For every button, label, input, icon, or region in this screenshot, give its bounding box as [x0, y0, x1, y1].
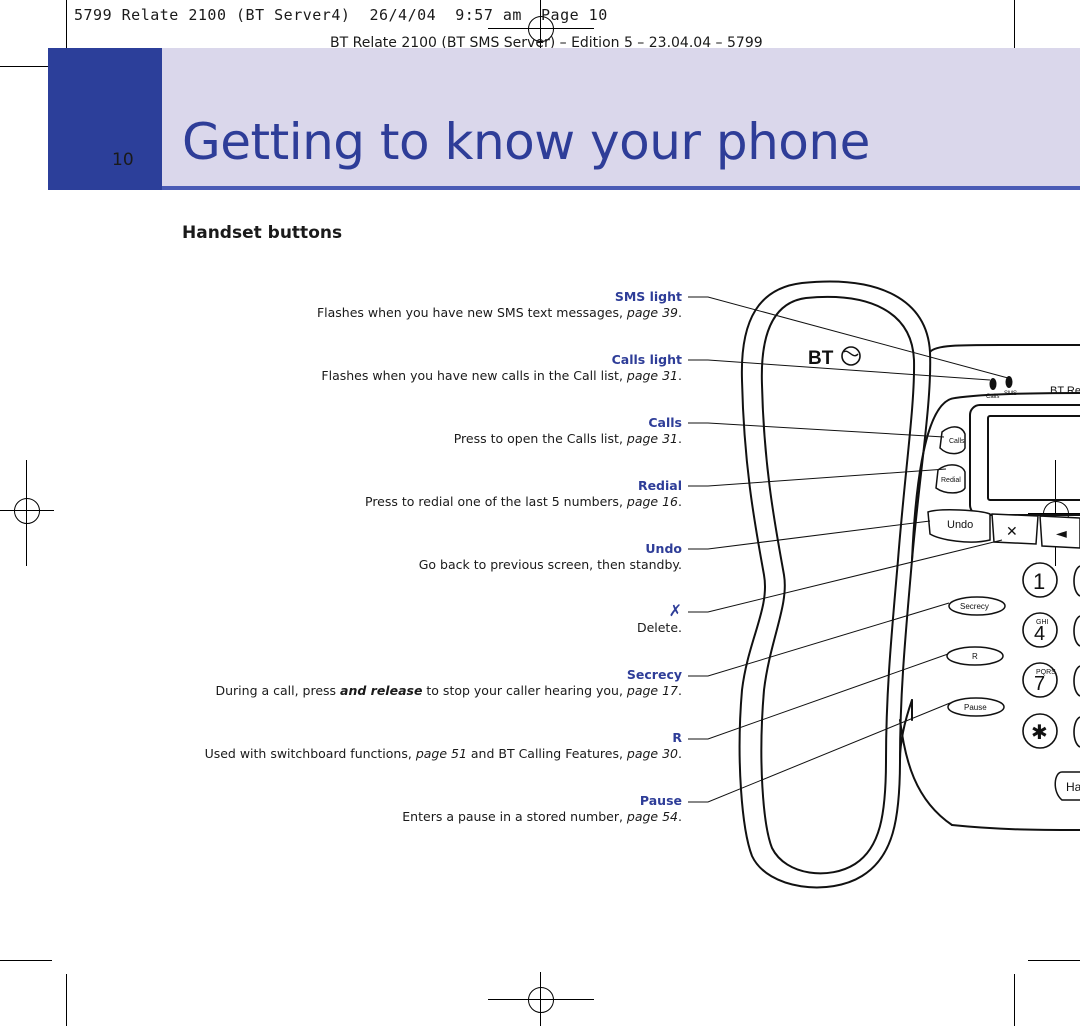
svg-text:Secrecy: Secrecy: [960, 602, 989, 611]
svg-text:✱: ✱: [1031, 720, 1048, 744]
leader-line: [688, 468, 947, 487]
svg-text:4: 4: [1034, 623, 1045, 645]
led-label-sms: SMS: [1004, 391, 1017, 397]
brand-text: BT Re: [1050, 385, 1080, 397]
key-column-2[interactable]: [1073, 565, 1080, 597]
svg-text:1: 1: [1033, 569, 1045, 594]
key-column-2[interactable]: [1073, 665, 1080, 697]
display-screen: [987, 415, 1080, 501]
svg-text:GHI: GHI: [1036, 619, 1049, 626]
svg-text:PQRS: PQRS: [1036, 669, 1056, 676]
leader-line: [688, 520, 931, 550]
led-label-calls: Calls: [986, 394, 999, 400]
leader-line: [688, 602, 950, 677]
svg-text:◄: ◄: [1056, 526, 1067, 542]
bt-logo: BT: [808, 346, 861, 369]
svg-text:Redial: Redial: [941, 477, 961, 484]
svg-text:Calls: Calls: [949, 438, 965, 445]
svg-text:7: 7: [1034, 673, 1045, 695]
svg-text:✕: ✕: [1006, 524, 1018, 540]
base-outline: [951, 824, 1080, 831]
leader-line: [688, 359, 991, 381]
key-column-2[interactable]: [1073, 615, 1080, 647]
svg-text:Ha: Ha: [1066, 780, 1080, 794]
svg-text:Pause: Pause: [964, 703, 987, 712]
phone-illustration: BT Calls SMS BT Re Calls Redial Undo ✕ ◄…: [688, 280, 1080, 889]
calls-light-icon: [989, 378, 997, 390]
leader-line: [688, 296, 1009, 379]
leader-line: [688, 653, 949, 740]
base-outline: [929, 344, 1080, 353]
key-column-2[interactable]: [1073, 716, 1080, 748]
handset-outline: [738, 280, 932, 889]
base-outline: [899, 719, 953, 826]
display-frame: [969, 404, 1080, 516]
handset-inner-outline: [760, 296, 916, 875]
svg-text:R: R: [972, 652, 978, 661]
svg-text:Undo: Undo: [947, 519, 973, 531]
svg-text:BT: BT: [808, 348, 834, 369]
leader-line: [688, 702, 951, 803]
leader-line: [688, 422, 945, 438]
